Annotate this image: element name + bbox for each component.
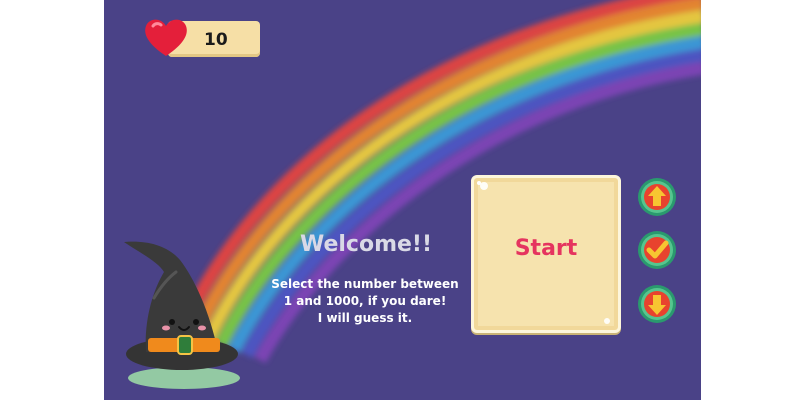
start-label: Start — [514, 236, 578, 261]
lives-count: 10 — [204, 30, 228, 50]
shine-decoration — [477, 181, 481, 185]
instructions-text: Select the number between 1 and 1000, if… — [262, 276, 468, 327]
shine-decoration — [480, 182, 488, 190]
higher-button[interactable] — [637, 177, 677, 217]
correct-button[interactable] — [637, 230, 677, 270]
start-button[interactable]: Start — [471, 175, 621, 333]
shine-decoration — [604, 318, 610, 324]
instruction-line: 1 and 1000, if you dare! — [283, 294, 447, 308]
welcome-title: Welcome!! — [299, 232, 432, 257]
heart-icon — [145, 19, 187, 56]
instruction-line: I will guess it. — [317, 311, 413, 325]
instruction-line: Select the number between — [271, 277, 459, 291]
witch-hat-character — [124, 241, 240, 389]
lower-button[interactable] — [637, 284, 677, 324]
